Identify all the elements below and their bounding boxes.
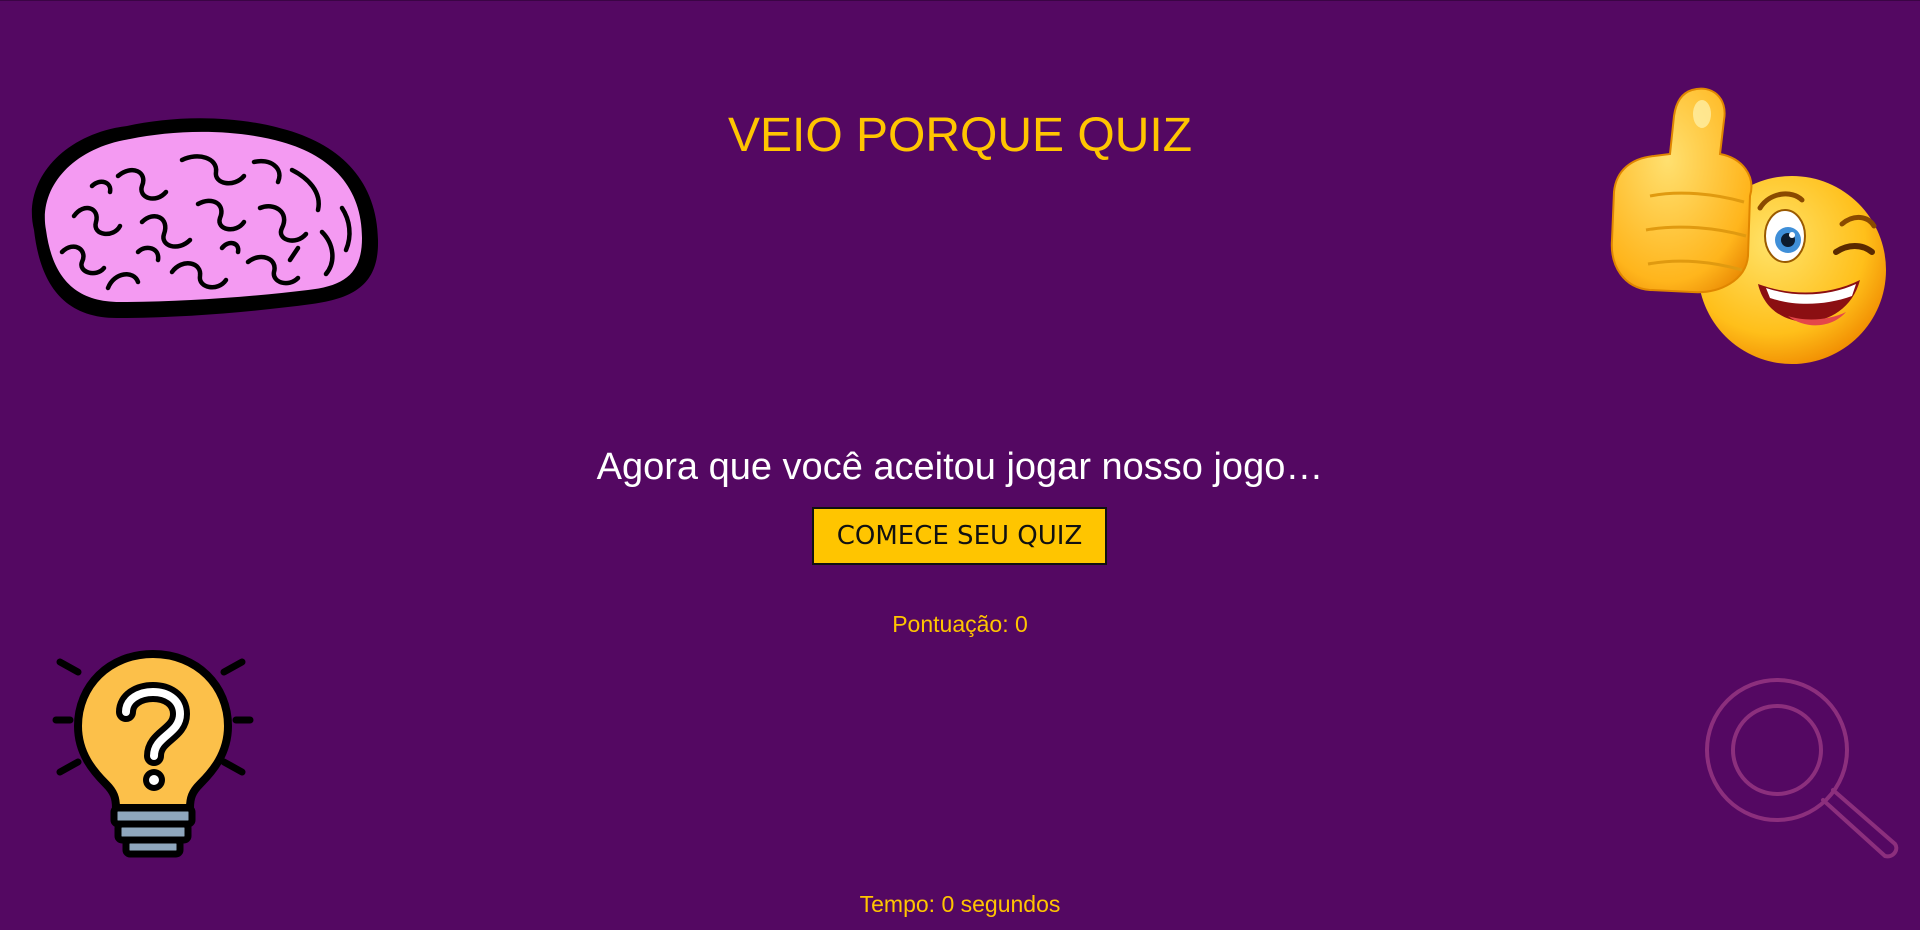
start-quiz-button[interactable]: COMECE SEU QUIZ [812, 507, 1107, 565]
score-display: Pontuação: 0 [892, 611, 1028, 637]
quiz-title: VEIO PORQUE QUIZ [727, 109, 1193, 162]
top-border [0, 0, 1920, 1]
question-lightbulb-icon [52, 649, 254, 858]
magnifier-icon [1705, 678, 1900, 864]
timer-display: Tempo: 0 segundos [859, 891, 1061, 917]
intro-text: Agora que você aceitou jogar nosso jogo… [596, 446, 1324, 488]
